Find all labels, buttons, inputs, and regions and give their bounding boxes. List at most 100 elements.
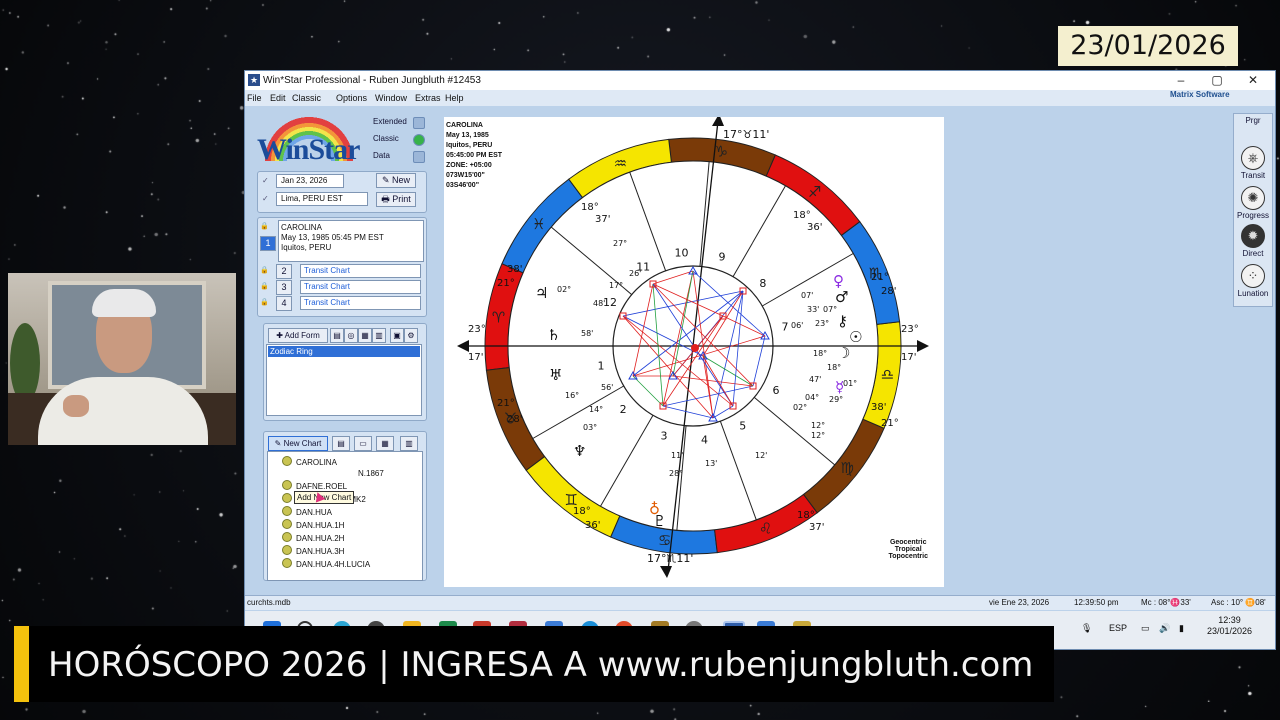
planet-degree-label: 18° [813,349,827,358]
forms-box: ✚ Add Form ▤ ◎ ▦ ▥ ▣ ⚙ Zodiac Ring [263,323,427,421]
tree-item[interactable]: DAN.HUA.3H [282,545,344,557]
lunation-button[interactable]: ⁘ Lunation [1234,264,1272,298]
chart-node-icon [282,545,292,555]
extended-mode-button[interactable]: Extended [373,115,427,129]
planet-degree-label: 12° [811,421,825,430]
tree-item[interactable]: DAN.HUA.2H [282,532,344,544]
house-number: 6 [772,384,779,397]
slot-3-button[interactable]: 3 [276,280,292,295]
new-chart-button[interactable]: ✎ New Chart [268,436,328,451]
menu-bar: File Edit Classic Options Window Extras … [245,90,1275,106]
menu-extras[interactable]: Extras [415,90,441,106]
winstar-logo: WinStar [257,113,365,169]
status-asc: Asc : 10° ♊08' [1211,598,1266,607]
title-bar[interactable]: ★ Win*Star Professional - Ruben Jungblut… [245,71,1275,90]
chart-node-icon [282,493,292,503]
lower-third-banner: HORÓSCOPO 2026 | INGRESA A www.rubenjung… [14,626,1054,702]
planet-glyph: ☿ [835,378,844,396]
house-number: 2 [620,403,627,416]
cusp-label: 38' [507,264,522,275]
arrow-down-icon [660,566,672,578]
tree-item[interactable]: N.1867 [358,468,384,479]
menu-options[interactable]: Options [336,90,367,106]
date-field[interactable]: Jan 23, 2026 [276,174,344,188]
house-number: 3 [660,429,667,442]
planet-degree-label: 06' [791,321,803,330]
prgr-label: Prgr [1245,116,1261,125]
classic-mode-button[interactable]: Classic [373,132,427,146]
cusp-label: 18° [793,210,811,221]
new-button[interactable]: ✎ New [376,173,416,188]
form-tool-icon[interactable]: ⚙ [404,328,418,343]
slot-2-button[interactable]: 2 [276,264,292,279]
date-badge: 23/01/2026 [1058,26,1238,66]
tree-item[interactable]: DAN.HUA.1H [282,519,344,531]
direct-button[interactable]: ✹ Direct [1234,224,1272,258]
progress-button[interactable]: ✺ Progress [1234,186,1272,220]
transit-wheel-icon: ⎈ [1241,146,1265,170]
form-tool-icon[interactable]: ▣ [390,328,404,343]
minimize-icon[interactable]: – [1163,71,1199,90]
zodiac-wheel[interactable]: ♈♉♊♋♌♍♎♏♐♑♒♓123 45678910111217°♉11'17°♏11… [444,117,944,587]
status-bar: curchts.mdb vie Ene 23, 2026 12:39:50 pm… [245,595,1275,610]
microphone-icon[interactable]: 🎙 [1081,623,1092,634]
print-button[interactable]: 🖶 Print [376,192,416,207]
language-indicator[interactable]: ESP [1109,623,1127,633]
maximize-icon[interactable]: ▢ [1199,71,1235,90]
folder-icon[interactable]: ▭ [354,436,372,451]
planet-degree-label: 56' [601,383,613,392]
menu-file[interactable]: File [247,90,262,106]
clock[interactable]: 12:39 23/01/2026 [1207,615,1252,637]
lock-icon: 🔒 [260,299,269,306]
chart-tool-icon[interactable]: ▥ [400,436,418,451]
tree-item[interactable]: DAN.HUA.4H.LUCIA [282,558,370,570]
forms-list-selected[interactable]: Zodiac Ring [268,346,420,357]
asc-degree: 23° [468,324,486,335]
chart-tool-icon[interactable]: ▦ [376,436,394,451]
window-title: Win*Star Professional - Ruben Jungbluth … [263,75,481,86]
form-tool-icon[interactable]: ◎ [344,328,358,343]
status-time: 12:39:50 pm [1074,598,1119,607]
slot-1-button[interactable]: 1 [260,236,276,251]
close-icon[interactable]: ✕ [1235,71,1271,90]
chart-node-icon [282,456,292,466]
form-tool-icon[interactable]: ▦ [358,328,372,343]
cusp-label: 21° [497,278,515,289]
slot-4-button[interactable]: 4 [276,296,292,311]
forms-list[interactable]: Zodiac Ring [266,344,422,416]
network-icon[interactable]: ▭ [1141,623,1150,634]
menu-classic[interactable]: Classic [292,90,321,106]
chart-footer: Geocentric Tropical Topocentric [888,539,928,560]
chart-tool-icon[interactable]: ▤ [332,436,350,451]
menu-edit[interactable]: Edit [270,90,286,106]
battery-icon[interactable]: ▮ [1179,623,1184,634]
slot-3-field[interactable]: Transit Chart [300,280,421,294]
transit-button[interactable]: ⎈ Transit [1234,146,1272,180]
right-toolbar: Prgr ⎈ Transit ✺ Progress ✹ Direct ⁘ Lunatio… [1233,113,1273,307]
volume-icon[interactable]: 🔊 [1159,623,1170,634]
house-number: 4 [701,433,708,446]
chart-tree[interactable]: CAROLINA N.1867 DAFNE.ROEL DAFNE.ROEL.MK… [267,451,423,581]
location-field[interactable]: Lima, PERU EST [276,192,368,206]
form-tool-icon[interactable]: ▤ [330,328,344,343]
tree-item[interactable]: CAROLINA [282,456,337,468]
tree-item[interactable]: DAN.HUA [282,506,332,518]
zodiac-sign-glyph: ♑ [715,143,728,161]
lower-third-text: HORÓSCOPO 2026 | INGRESA A www.rubenjung… [48,645,1034,685]
add-form-button[interactable]: ✚ Add Form [268,328,328,343]
slot-1-chart[interactable]: CAROLINA May 13, 1985 05:45 PM EST Iquit… [278,220,424,262]
menu-window[interactable]: Window [375,90,407,106]
planet-glyph: ⚷ [837,312,848,330]
planet-degree-label: 27° [613,239,627,248]
menu-help[interactable]: Help [445,90,464,106]
data-mode-button[interactable]: Data [373,149,427,163]
planet-degree-label: 17° [609,281,623,290]
slot-4-field[interactable]: Transit Chart [300,296,421,310]
cusp-label: 21° [497,398,515,409]
planet-degree-label: 28° [669,469,683,478]
planet-degree-label: 02° [793,403,807,412]
arrow-right-icon [917,340,929,352]
slot-2-field[interactable]: Transit Chart [300,264,421,278]
chart-slots-box: 🔒 1 CAROLINA May 13, 1985 05:45 PM EST I… [257,217,427,317]
form-tool-icon[interactable]: ▥ [372,328,386,343]
